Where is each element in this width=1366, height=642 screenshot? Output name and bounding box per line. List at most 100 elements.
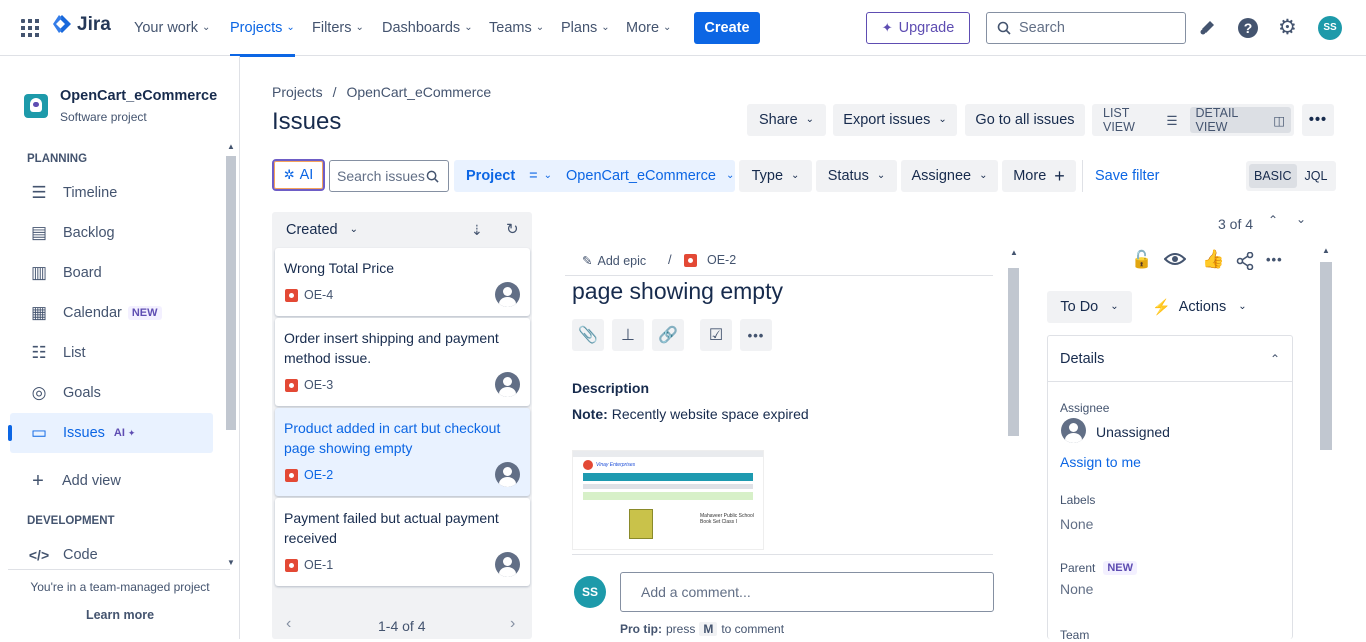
refresh-icon[interactable]: ↻ <box>506 220 519 238</box>
vote-icon[interactable]: 👍 <box>1202 249 1224 270</box>
next-page-icon[interactable]: › <box>510 615 515 633</box>
checklist-icon[interactable]: ☑ <box>700 319 732 351</box>
comment-input[interactable]: Add a comment... <box>620 572 994 612</box>
bug-icon <box>684 253 697 267</box>
unassigned-avatar-icon <box>1061 418 1086 443</box>
description-text[interactable]: Note: Recently website space expired <box>572 406 809 422</box>
nav-dashboards[interactable]: Dashboards ⌄ <box>382 0 473 56</box>
scroll-up-icon[interactable]: ▲ <box>1322 246 1330 255</box>
labels-value[interactable]: None <box>1060 516 1093 532</box>
sort-label: Created <box>286 222 338 238</box>
app-switcher-icon[interactable] <box>21 19 39 37</box>
type-filter[interactable]: Type ⌄ <box>739 160 812 192</box>
sidebar-item-backlog[interactable]: ▤ Backlog <box>10 213 213 253</box>
watch-icon[interactable] <box>1163 250 1187 271</box>
list-item-selected[interactable]: Product added in cart but checkout page … <box>275 408 530 496</box>
nav-filters[interactable]: Filters ⌄ <box>312 0 364 56</box>
attachment-thumbnail[interactable]: Vinay Enterprises Mahaveer Public School… <box>572 450 764 550</box>
issue-summary[interactable]: page showing empty <box>572 278 783 305</box>
details-header[interactable]: Details ⌃ <box>1048 336 1292 382</box>
scroll-up-icon[interactable]: ▲ <box>227 142 235 151</box>
detail-main-scrollbar[interactable] <box>1008 268 1019 436</box>
list-view-toggle[interactable]: LIST VIEW ☰ <box>1095 106 1186 134</box>
more-icon[interactable]: ••• <box>1266 252 1283 267</box>
next-issue-icon[interactable]: ⌄ <box>1296 212 1306 226</box>
search-input[interactable]: Search <box>986 12 1186 44</box>
status-dropdown[interactable]: To Do ⌄ <box>1047 291 1132 323</box>
sort-dropdown[interactable]: Created ⌄ <box>286 222 358 238</box>
sidebar-item-timeline[interactable]: ☰ Timeline <box>10 173 213 213</box>
chevron-down-icon: ⌄ <box>601 22 610 33</box>
more-icon[interactable]: ••• <box>740 319 772 351</box>
list-item[interactable]: Payment failed but actual payment receiv… <box>275 498 530 586</box>
assignee-filter[interactable]: Assignee ⌄ <box>901 160 998 192</box>
more-filters-button[interactable]: More + <box>1002 160 1076 192</box>
nav-your-work[interactable]: Your work ⌄ <box>134 0 210 56</box>
list-item[interactable]: Order insert shipping and payment method… <box>275 318 530 406</box>
attachment-icon[interactable]: 📎 <box>572 319 604 351</box>
breadcrumb-project[interactable]: OpenCart_eCommerce <box>346 84 491 100</box>
page-title: Issues <box>272 108 342 135</box>
project-avatar[interactable] <box>24 94 48 118</box>
nav-more[interactable]: More ⌄ <box>626 0 671 56</box>
nav-projects[interactable]: Projects ⌄ <box>230 0 295 57</box>
status-filter[interactable]: Status ⌄ <box>816 160 897 192</box>
jira-logo[interactable]: Jira <box>52 14 111 36</box>
query-mode-toggle: BASIC JQL <box>1246 161 1337 191</box>
breadcrumb-projects[interactable]: Projects <box>272 84 323 100</box>
sidebar-add-view[interactable]: + Add view <box>10 461 213 501</box>
previous-issue-icon[interactable]: ⌃ <box>1268 213 1278 227</box>
sidebar-item-issues[interactable]: ▭ Issues AI ✦ <box>8 413 213 453</box>
add-epic-link[interactable]: ✎ Add epic <box>582 253 646 269</box>
ai-badge: AI <box>113 427 125 439</box>
create-button[interactable]: Create <box>694 12 760 44</box>
search-issues-input[interactable]: Search issues <box>329 160 449 192</box>
sidebar-scrollbar[interactable] <box>226 156 236 430</box>
user-avatar[interactable]: SS <box>1318 16 1342 40</box>
assign-to-me-link[interactable]: Assign to me <box>1060 454 1141 470</box>
share-icon[interactable] <box>1236 251 1254 273</box>
sidebar-item-calendar[interactable]: ▦ Calendar NEW <box>10 293 213 333</box>
ai-filter-button[interactable]: ✲ AI <box>272 159 325 191</box>
ai-label: AI <box>299 167 314 183</box>
sidebar-item-board[interactable]: ▥ Board <box>10 253 213 293</box>
basic-toggle[interactable]: BASIC <box>1249 164 1297 188</box>
prev-page-icon[interactable]: ‹ <box>286 615 291 633</box>
actions-dropdown[interactable]: ⚡ Actions ⌄ <box>1152 298 1247 316</box>
parent-value[interactable]: None <box>1060 581 1093 597</box>
jira-logo-icon <box>53 15 71 33</box>
parent-label-text: Parent <box>1060 561 1096 575</box>
project-filter[interactable]: Project = ⌄ OpenCart_eCommerce ⌄ <box>454 160 735 192</box>
go-to-all-issues-button[interactable]: Go to all issues <box>965 104 1085 136</box>
help-icon[interactable]: ? <box>1238 18 1258 38</box>
learn-more-link[interactable]: Learn more <box>0 608 239 622</box>
scroll-up-icon[interactable]: ▲ <box>1010 248 1018 257</box>
sidebar-item-goals[interactable]: ◎ Goals <box>10 373 213 413</box>
project-name[interactable]: OpenCart_eCommerce <box>60 88 217 104</box>
detail-view-toggle[interactable]: DETAIL VIEW ◫ <box>1189 106 1291 134</box>
sort-order-icon[interactable]: ⇣ <box>471 222 483 239</box>
issue-key-breadcrumb[interactable]: OE-2 <box>684 253 736 267</box>
save-filter-button[interactable]: Save filter <box>1095 168 1159 184</box>
bug-icon <box>285 468 298 482</box>
export-issues-button[interactable]: Export issues ⌄ <box>833 104 957 136</box>
link-issue-icon[interactable]: 🔗 <box>652 319 684 351</box>
assignee-value[interactable]: Unassigned <box>1096 424 1170 440</box>
nav-teams[interactable]: Teams ⌄ <box>489 0 544 56</box>
nav-plans[interactable]: Plans ⌄ <box>561 0 610 56</box>
ai-sparkle-icon: ✲ <box>283 167 295 182</box>
sidebar-item-list[interactable]: ☷ List <box>10 333 213 373</box>
share-button[interactable]: Share ⌄ <box>747 104 826 136</box>
list-item[interactable]: Wrong Total Price OE-4 <box>275 248 530 316</box>
upgrade-button[interactable]: ✦ Upgrade <box>866 12 970 44</box>
lock-icon[interactable]: 🔓 <box>1131 250 1152 270</box>
more-actions-button[interactable]: ••• <box>1302 104 1334 136</box>
detail-side-scrollbar[interactable] <box>1320 262 1332 450</box>
scroll-down-icon[interactable]: ▼ <box>227 558 235 567</box>
settings-icon[interactable]: ⚙ <box>1278 17 1297 39</box>
jql-toggle[interactable]: JQL <box>1299 164 1334 188</box>
child-issue-icon[interactable]: ⊥ <box>612 319 644 351</box>
operator-select[interactable]: = ⌄ <box>525 168 556 184</box>
unassigned-avatar-icon <box>495 462 520 487</box>
notifications-icon[interactable] <box>1199 18 1217 36</box>
